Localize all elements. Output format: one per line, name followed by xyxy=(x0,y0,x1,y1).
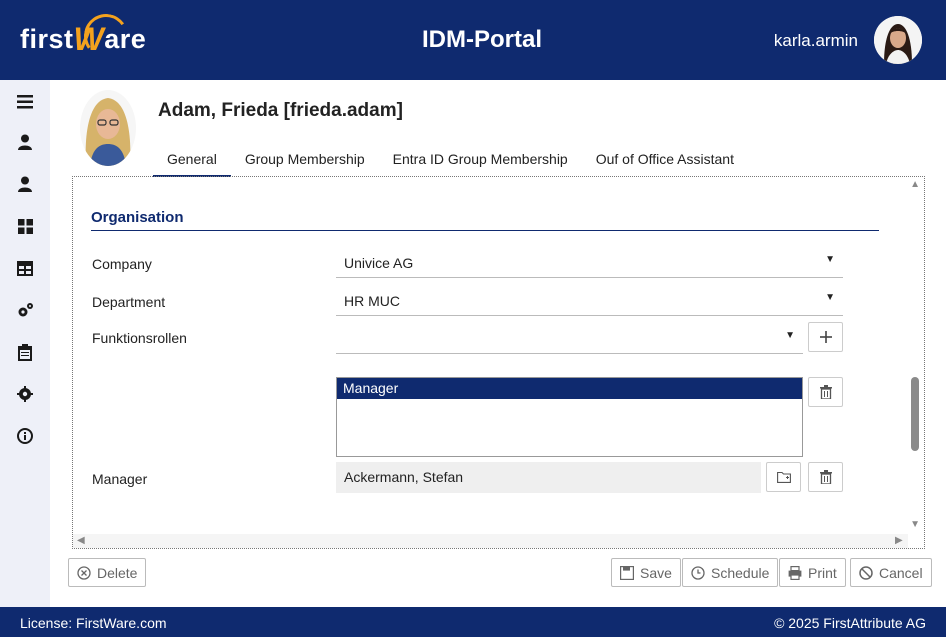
list-item[interactable]: Manager xyxy=(337,378,802,399)
roles-listbox[interactable]: Manager xyxy=(336,377,803,457)
print-button[interactable]: Print xyxy=(779,558,846,587)
scroll-up-icon[interactable]: ▲ xyxy=(910,179,920,190)
license-text[interactable]: License: FirstWare.com xyxy=(20,615,167,631)
page-title: Adam, Frieda [frieda.adam] xyxy=(158,100,403,121)
clipboard-icon[interactable] xyxy=(16,343,34,361)
schedule-label: Schedule xyxy=(711,564,770,581)
clear-manager-button[interactable] xyxy=(808,462,843,492)
department-label: Department xyxy=(92,294,166,310)
folder-icon xyxy=(776,471,791,483)
trash-icon xyxy=(819,470,832,484)
info-icon[interactable] xyxy=(16,427,34,445)
chevron-down-icon: ▼ xyxy=(825,292,835,303)
save-icon xyxy=(620,565,634,580)
dashboard-icon[interactable] xyxy=(16,217,34,235)
user-icon[interactable] xyxy=(16,133,34,151)
main-content: Adam, Frieda [frieda.adam] General Group… xyxy=(50,80,946,607)
user-icon[interactable] xyxy=(16,175,34,193)
sidebar xyxy=(0,80,50,607)
schedule-button[interactable]: Schedule xyxy=(682,558,779,587)
chevron-down-icon: ▼ xyxy=(825,254,835,265)
company-value: Univice AG xyxy=(344,255,414,271)
clock-icon xyxy=(691,565,705,580)
user-avatar[interactable] xyxy=(874,16,922,64)
company-select[interactable]: Univice AG ▼ xyxy=(336,248,843,278)
manager-field: Ackermann, Stefan xyxy=(336,462,761,493)
top-header: first Ware IDM-Portal karla.armin xyxy=(0,0,946,80)
scroll-left-icon[interactable]: ◀ xyxy=(77,535,85,546)
department-select[interactable]: HR MUC ▼ xyxy=(336,286,843,316)
username[interactable]: karla.armin xyxy=(774,31,858,51)
cogs-icon[interactable] xyxy=(16,301,34,319)
cancel-button[interactable]: Cancel xyxy=(850,558,932,587)
form-panel: Organisation Company Univice AG ▼ Depart… xyxy=(72,176,925,549)
section-title: Organisation xyxy=(91,209,184,226)
tab-group-membership[interactable]: Group Membership xyxy=(231,142,379,177)
vertical-scrollbar[interactable]: ▲ ▼ xyxy=(906,177,924,548)
funktionsrollen-select[interactable]: ▼ xyxy=(336,324,803,354)
ban-icon xyxy=(859,565,873,580)
chevron-down-icon: ▼ xyxy=(785,330,795,341)
print-icon xyxy=(788,565,802,580)
manager-label: Manager xyxy=(92,471,148,487)
footer: License: FirstWare.com © 2025 FirstAttri… xyxy=(0,607,946,637)
tab-bar: General Group Membership Entra ID Group … xyxy=(153,142,748,177)
trash-icon xyxy=(819,385,832,399)
funktionsrollen-label: Funktionsrollen xyxy=(92,330,187,346)
delete-circle-icon xyxy=(77,565,91,580)
browse-manager-button[interactable] xyxy=(766,462,801,492)
department-value: HR MUC xyxy=(344,293,400,309)
tab-entra-id-group-membership[interactable]: Entra ID Group Membership xyxy=(379,142,582,177)
profile-photo xyxy=(80,90,136,166)
tab-out-of-office-assistant[interactable]: Ouf of Office Assistant xyxy=(582,142,748,177)
menu-icon[interactable] xyxy=(16,93,34,111)
save-label: Save xyxy=(640,564,672,581)
horizontal-scrollbar[interactable]: ◀ ▶ xyxy=(73,534,908,548)
org-icon[interactable] xyxy=(16,259,34,277)
plus-icon xyxy=(819,331,832,343)
add-role-button[interactable] xyxy=(808,322,843,352)
scroll-down-icon[interactable]: ▼ xyxy=(910,519,920,530)
company-label: Company xyxy=(92,256,152,272)
section-divider xyxy=(91,230,879,231)
scroll-right-icon[interactable]: ▶ xyxy=(895,535,903,546)
tab-general[interactable]: General xyxy=(153,142,231,177)
delete-button[interactable]: Delete xyxy=(68,558,147,587)
save-button[interactable]: Save xyxy=(611,558,681,587)
copyright-text: © 2025 FirstAttribute AG xyxy=(774,615,926,631)
cancel-label: Cancel xyxy=(879,564,923,581)
scrollbar-thumb[interactable] xyxy=(911,377,919,451)
print-label: Print xyxy=(808,564,837,581)
gear-icon[interactable] xyxy=(16,385,34,403)
delete-label: Delete xyxy=(97,564,138,581)
remove-role-button[interactable] xyxy=(808,377,843,407)
